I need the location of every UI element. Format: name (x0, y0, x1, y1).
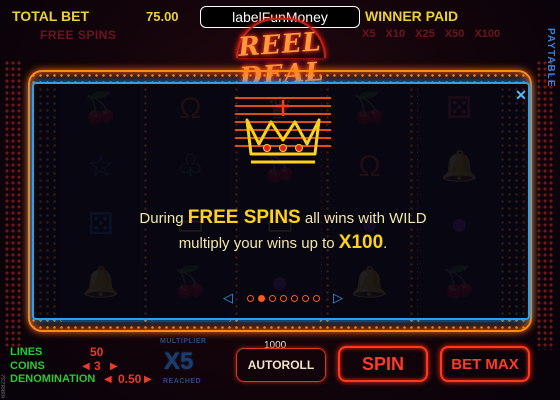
denomination-value: 0.50 (118, 372, 142, 386)
multiplier-step: X100 (474, 28, 501, 40)
pager-dot[interactable] (257, 294, 265, 302)
max-multiplier-highlight: X100 (338, 232, 384, 253)
pager-dot[interactable] (312, 294, 320, 302)
spin-button[interactable]: SPIN (338, 346, 428, 382)
free-spins-highlight: FREE SPINS (187, 207, 301, 228)
pager-dot[interactable] (246, 294, 254, 302)
pager-dot[interactable] (279, 294, 287, 302)
multiplier-step: X25 (415, 28, 435, 40)
crown-icon (231, 92, 335, 176)
total-bet-label: TOTAL BET (12, 8, 89, 24)
bet-max-button[interactable]: BET MAX (440, 346, 530, 382)
denomination-label: DENOMINATION (10, 373, 96, 385)
popup-line-1: During FREE SPINS all wins with WILD (34, 206, 532, 231)
multiplier-reached-label: REACHED (163, 378, 202, 385)
paytable-tab[interactable]: PAYTABLE (542, 22, 556, 94)
popup-text: During (139, 210, 188, 227)
multiplier-ladder: X5 X10 X25 X50 X100 (362, 28, 507, 40)
coins-decrease-icon[interactable]: ◀ (82, 361, 90, 372)
multiplier-value: X5 (164, 348, 194, 375)
build-id: 6868232 (1, 374, 7, 398)
coins-label: COINS (10, 360, 45, 372)
close-icon[interactable]: ✕ (514, 88, 528, 102)
autoroll-button[interactable]: AUTOROLL (236, 348, 326, 382)
total-bet-value: 75.00 (146, 9, 179, 24)
pager-dot[interactable] (301, 294, 309, 302)
game-logo: REEL DEAL (196, 18, 366, 93)
side-lights-left (4, 60, 22, 350)
bottom-controls: LINES 50 COINS ◀ 3 ▶ DENOMINATION ◀ 0.50… (0, 336, 560, 400)
lines-label: LINES (10, 346, 43, 358)
coins-increase-icon[interactable]: ▶ (110, 361, 118, 372)
popup-text: . (383, 235, 388, 252)
lines-value: 50 (90, 345, 104, 359)
popup-pager: ◁ ▷ (222, 290, 344, 306)
denomination-increase-icon[interactable]: ▶ (144, 374, 152, 385)
multiplier-step: X50 (444, 28, 465, 40)
denomination-decrease-icon[interactable]: ◀ (104, 374, 112, 385)
popup-text: all wins with WILD (300, 210, 427, 227)
pager-prev-arrow-icon[interactable]: ◁ (222, 290, 234, 306)
multiplier-step: X10 (385, 28, 406, 40)
free-spins-label: FREE SPINS (40, 28, 117, 42)
pager-dots (246, 294, 320, 302)
pager-dot[interactable] (268, 294, 276, 302)
popup-message: During FREE SPINS all wins with WILD mul… (34, 206, 532, 256)
popup-line-2: multiply your wins up to X100. (34, 231, 532, 256)
side-lights-right (536, 60, 554, 350)
coins-value: 3 (94, 359, 101, 373)
multiplier-label: MULTIPLIER (160, 338, 207, 345)
pager-next-arrow-icon[interactable]: ▷ (332, 290, 344, 306)
popup-text: multiply your wins up to (178, 235, 339, 252)
free-spins-info-popup: ✕ During FREE SPINS all wins with WILD m… (32, 82, 530, 320)
pager-dot[interactable] (290, 294, 298, 302)
winner-paid-label: WINNER PAID (365, 8, 459, 24)
game-stage: TOTAL BET 75.00 labelFunMoney WINNER PAI… (0, 0, 560, 400)
